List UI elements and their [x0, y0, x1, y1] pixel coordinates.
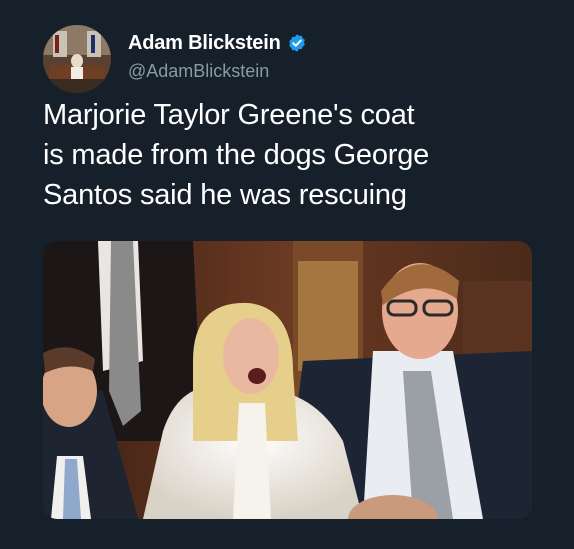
- tweet-photo[interactable]: [43, 241, 532, 519]
- verified-badge-icon: [288, 34, 305, 52]
- author-avatar[interactable]: [43, 25, 111, 93]
- embedded-photo-icon: [43, 241, 532, 519]
- author-name-row[interactable]: Adam Blickstein: [128, 30, 307, 56]
- tweet-text-line: Marjorie Taylor Greene's coat: [43, 99, 415, 131]
- tweet-card[interactable]: Adam Blickstein @AdamBlickstein Marjorie…: [0, 0, 574, 549]
- author-display-name[interactable]: Adam Blickstein: [128, 32, 281, 55]
- author-handle[interactable]: @AdamBlickstein: [128, 61, 269, 82]
- tweet-text-line: Santos said he was rescuing: [43, 179, 407, 211]
- avatar-photo-icon: [43, 25, 111, 93]
- tweet-text: Marjorie Taylor Greene's coat is made fr…: [43, 95, 543, 215]
- tweet-text-line: is made from the dogs George: [43, 139, 430, 171]
